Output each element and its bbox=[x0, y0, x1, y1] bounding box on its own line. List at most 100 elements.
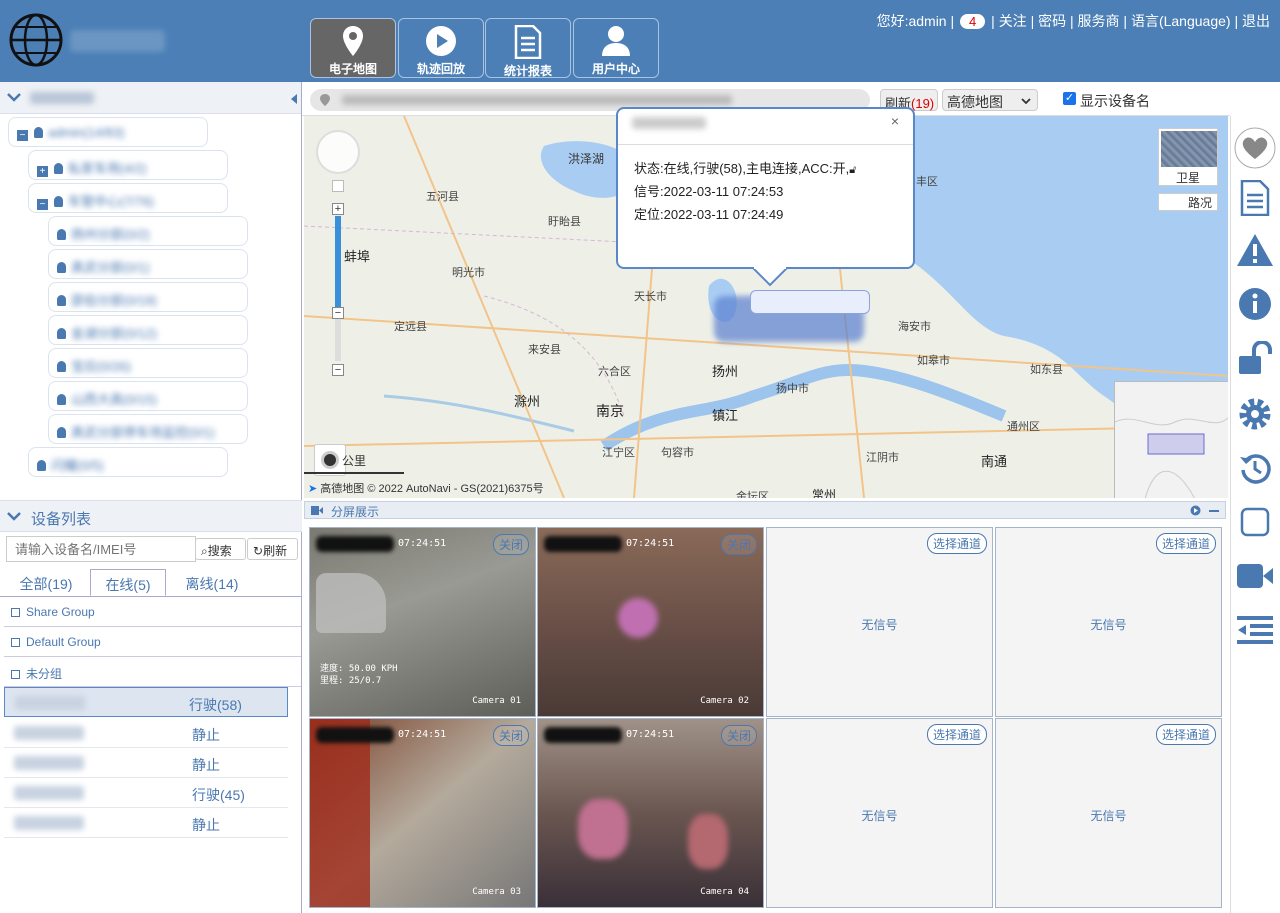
list-collapse-button[interactable] bbox=[1233, 610, 1277, 650]
map-label: 南通 bbox=[981, 454, 1008, 469]
device-row[interactable]: 行驶(45) bbox=[4, 778, 288, 808]
pan-control[interactable] bbox=[316, 130, 360, 174]
device-list-header[interactable]: 设备列表 bbox=[0, 500, 302, 532]
map-label: 天长市 bbox=[634, 291, 667, 303]
favorite-button[interactable] bbox=[1233, 127, 1277, 169]
choose-channel-button[interactable]: 选择通道 bbox=[926, 724, 987, 745]
satellite-toggle[interactable]: 卫星 bbox=[1158, 128, 1218, 186]
link-follow[interactable]: 关注 bbox=[999, 13, 1027, 29]
camera-tile[interactable]: 07:24:51 关闭 Camera 02 bbox=[537, 527, 764, 717]
device-row[interactable]: 静止 bbox=[4, 748, 288, 778]
close-video-button[interactable]: 关闭 bbox=[492, 725, 529, 746]
close-icon[interactable]: × bbox=[891, 113, 899, 129]
camera-tile-empty[interactable]: 选择通道 无信号 bbox=[766, 718, 993, 908]
zoom-out-button[interactable]: − bbox=[332, 364, 344, 376]
tree-node[interactable]: 宝应(0/26) bbox=[48, 348, 248, 378]
company-logo-text bbox=[70, 30, 165, 52]
zoom-in-button[interactable]: + bbox=[332, 203, 344, 215]
tree-node-label: admin(14/83) bbox=[48, 125, 125, 140]
tree-node[interactable]: 真武分部停车场监控(0/1) bbox=[48, 414, 248, 444]
close-video-button[interactable]: 关闭 bbox=[492, 534, 529, 555]
tree-node-label: 邵伯分部(0/19) bbox=[71, 293, 157, 308]
tree-node[interactable]: 山西大高(0/15) bbox=[48, 381, 248, 411]
nav-report-button[interactable]: 统计报表 bbox=[485, 18, 571, 78]
nav-playback-label: 轨迹回放 bbox=[416, 62, 465, 76]
tab-offline[interactable]: 离线(14) bbox=[170, 569, 254, 596]
nav-playback-button[interactable]: 轨迹回放 bbox=[398, 18, 484, 78]
video-camera-icon bbox=[1237, 564, 1273, 588]
zoom-slider[interactable] bbox=[335, 216, 341, 314]
link-provider[interactable]: 服务商 bbox=[1078, 13, 1120, 29]
device-row[interactable]: 静止 bbox=[4, 808, 288, 838]
close-video-button[interactable]: 关闭 bbox=[720, 725, 757, 746]
zoom-handle[interactable]: − bbox=[332, 307, 344, 319]
link-language[interactable]: 语言(Language) bbox=[1131, 13, 1231, 29]
device-search-input[interactable] bbox=[6, 536, 196, 562]
group-ungrouped[interactable]: 未分组 bbox=[4, 657, 301, 687]
tree-node-label: 私家车用(4/2) bbox=[68, 161, 147, 176]
link-logout[interactable]: 退出 bbox=[1242, 13, 1270, 29]
camera-tile[interactable]: 07:24:51 速度: 50.00 KPH 里程: 25/0.7 关闭 Came… bbox=[309, 527, 536, 717]
tree-node[interactable]: 扬州分部(0/2) bbox=[48, 216, 248, 246]
camera-tile-empty[interactable]: 选择通道 无信号 bbox=[995, 718, 1222, 908]
choose-channel-button[interactable]: 选择通道 bbox=[926, 533, 987, 554]
show-name-checkbox[interactable]: ✓ bbox=[1063, 92, 1076, 105]
map-label: 蚌埠 bbox=[344, 249, 371, 264]
map-label: 如东县 bbox=[1030, 364, 1063, 376]
tree-node[interactable]: 邵伯分部(0/19) bbox=[48, 282, 248, 312]
search-button[interactable]: ⌕搜索 bbox=[195, 538, 246, 560]
group-default[interactable]: Default Group bbox=[4, 627, 301, 657]
tab-all[interactable]: 全部(19) bbox=[6, 569, 86, 596]
nav-user-button[interactable]: 用户中心 bbox=[573, 18, 659, 78]
tree-node-label: 金湖分部(0/12) bbox=[71, 326, 157, 341]
device-row[interactable]: 静止 bbox=[4, 718, 288, 748]
play-circle-icon[interactable] bbox=[1190, 505, 1201, 516]
user-icon bbox=[602, 26, 630, 56]
map-label: 定远县 bbox=[394, 321, 427, 333]
video-button[interactable] bbox=[1233, 556, 1277, 596]
fullscreen-button[interactable] bbox=[1233, 502, 1277, 542]
alert-count-badge[interactable]: 4 bbox=[960, 14, 986, 29]
alarm-button[interactable] bbox=[1233, 230, 1277, 270]
choose-channel-button[interactable]: 选择通道 bbox=[1155, 533, 1216, 554]
vehicle-label[interactable] bbox=[750, 290, 870, 314]
device-row[interactable]: 行驶(58) bbox=[4, 687, 288, 717]
tree-node[interactable]: + 私家车用(4/2) bbox=[28, 150, 228, 180]
tree-node[interactable]: − 车管中心(7/76) bbox=[28, 183, 228, 213]
refresh-button[interactable]: ↻刷新 bbox=[247, 538, 298, 560]
camera-tile[interactable]: 07:24:51 关闭 Camera 04 bbox=[537, 718, 764, 908]
minimize-icon[interactable] bbox=[1209, 510, 1219, 512]
scale-bar: 公里 bbox=[342, 452, 366, 469]
map-type-select[interactable]: 高德地图 bbox=[942, 89, 1038, 111]
link-password[interactable]: 密码 bbox=[1038, 13, 1066, 29]
tree-node[interactable]: − admin(14/83) bbox=[8, 117, 208, 147]
map-label: 南京 bbox=[596, 403, 624, 419]
info-button[interactable] bbox=[1233, 284, 1277, 324]
camera-tile[interactable]: 07:24:51 关闭 Camera 03 bbox=[309, 718, 536, 908]
map-label: 镇江 bbox=[712, 408, 739, 423]
unlock-button[interactable] bbox=[1233, 338, 1277, 378]
traffic-toggle[interactable]: 路况 bbox=[1158, 193, 1218, 211]
video-content bbox=[316, 573, 386, 633]
tree-node[interactable]: 真武分部(0/1) bbox=[48, 249, 248, 279]
document-button[interactable] bbox=[1233, 178, 1277, 218]
group-share[interactable]: Share Group bbox=[4, 597, 301, 627]
close-video-button[interactable]: 关闭 bbox=[720, 534, 757, 555]
map-label: 明光市 bbox=[452, 267, 485, 279]
device-name bbox=[14, 756, 84, 770]
camera-tile-empty[interactable]: 选择通道 无信号 bbox=[766, 527, 993, 717]
tree-node[interactable]: 闪耀(0/5) bbox=[28, 447, 228, 477]
tab-online[interactable]: 在线(5) bbox=[90, 569, 166, 596]
locate-button[interactable] bbox=[332, 180, 344, 192]
tree-node-label: 宝应(0/26) bbox=[71, 359, 131, 374]
video-timestamp: 07:24:51 bbox=[626, 538, 675, 549]
choose-channel-button[interactable]: 选择通道 bbox=[1155, 724, 1216, 745]
camera-tile-empty[interactable]: 选择通道 无信号 bbox=[995, 527, 1222, 717]
org-tree-header[interactable] bbox=[0, 82, 301, 114]
overview-map[interactable] bbox=[1114, 381, 1228, 498]
nav-map-button[interactable]: 电子地图 bbox=[310, 18, 396, 78]
expand-icon bbox=[11, 608, 20, 617]
tree-node[interactable]: 金湖分部(0/12) bbox=[48, 315, 248, 345]
history-button[interactable] bbox=[1233, 448, 1277, 488]
settings-button[interactable] bbox=[1233, 394, 1277, 434]
